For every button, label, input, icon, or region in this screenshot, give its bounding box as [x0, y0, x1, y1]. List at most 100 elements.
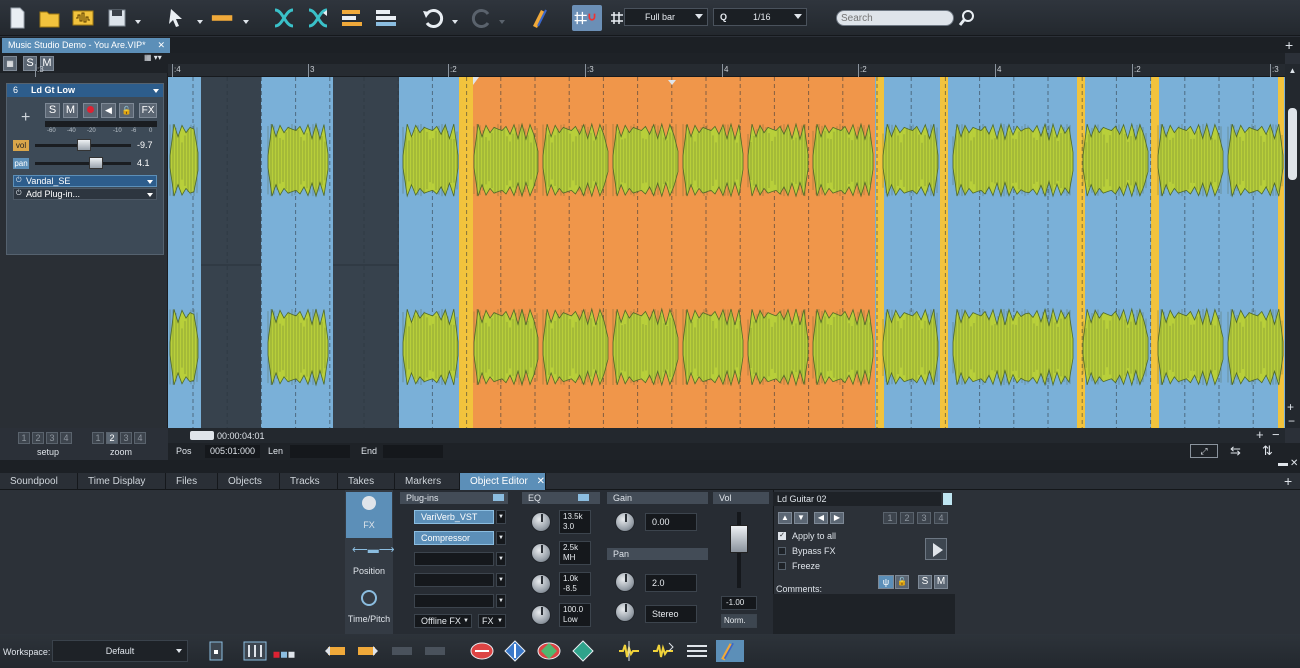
transport-icons[interactable]	[272, 640, 304, 662]
number-button[interactable]: 3	[46, 432, 58, 444]
number-button[interactable]: 2	[32, 432, 44, 444]
chevron-down-icon[interactable]	[153, 89, 159, 93]
move-left-icon[interactable]	[323, 640, 347, 662]
position-section-button[interactable]: ⟵▬⟶ Position	[346, 540, 395, 584]
waveform-bottom[interactable]	[402, 308, 459, 386]
horizontal-scroll-thumb[interactable]	[190, 431, 214, 440]
pointer-tool-icon[interactable]	[163, 5, 189, 31]
ruler-menu-icon[interactable]: ▦ ▾▾	[144, 53, 162, 62]
waveform-bottom[interactable]	[1157, 307, 1224, 387]
chevron-down-icon[interactable]: ▼	[496, 552, 506, 566]
list-edit-icon[interactable]	[685, 640, 709, 662]
lock-icon[interactable]: 🔓	[119, 103, 134, 118]
pin-icon[interactable]: ψ	[878, 575, 894, 589]
record-arm-icon[interactable]	[83, 103, 98, 118]
gain-knob[interactable]	[615, 512, 635, 532]
vertical-zoom-icon[interactable]: ⇅	[1262, 443, 1273, 459]
range-tool-icon[interactable]	[210, 5, 238, 31]
pos-field[interactable]: 005:01:000	[205, 445, 260, 458]
color-object-icon[interactable]	[537, 640, 561, 662]
object-color-swatch[interactable]	[943, 493, 952, 505]
waveform-canvas[interactable]	[168, 77, 1285, 428]
waveform-top[interactable]	[473, 122, 539, 198]
track-mute-button[interactable]: M	[63, 103, 78, 118]
stereo-width-knob[interactable]	[615, 602, 635, 622]
chevron-down-icon[interactable]	[243, 20, 249, 24]
plugin-slot-5[interactable]	[414, 594, 494, 608]
horizontal-zoom-icon[interactable]: ⇆	[1230, 443, 1241, 459]
eq-knob[interactable]	[531, 543, 551, 563]
crossfade-marker[interactable]	[940, 77, 948, 428]
save-audio-icon[interactable]	[70, 5, 96, 31]
waveform-top[interactable]	[882, 123, 939, 198]
eq-knob[interactable]	[531, 574, 551, 594]
vertical-scrollbar[interactable]: ▲ + −	[1285, 64, 1300, 428]
lower-tab[interactable]: Time Display	[78, 473, 166, 490]
split-icon[interactable]	[305, 5, 331, 31]
mixer-icon[interactable]	[243, 640, 267, 662]
number-button[interactable]: 4	[134, 432, 146, 444]
arrow-up-icon[interactable]: ▲	[778, 512, 792, 524]
arrow-left-icon[interactable]: ◀	[814, 512, 828, 524]
close-icon[interactable]: ✕	[534, 476, 545, 487]
apply-all-checkbox[interactable]: ✓	[778, 532, 786, 540]
add-track-icon[interactable]: +	[21, 109, 30, 127]
chevron-down-icon[interactable]: ▼	[496, 510, 506, 524]
fx-menu-button[interactable]: FX ▼	[478, 614, 506, 628]
lower-tab[interactable]: Files	[166, 473, 218, 490]
zoom-in-vertical-icon[interactable]: +	[1287, 400, 1294, 414]
fx-section-button[interactable]: FX	[346, 492, 392, 538]
track-fx-button[interactable]: FX	[139, 103, 157, 118]
new-file-icon[interactable]	[4, 5, 30, 31]
play-preview-button[interactable]	[925, 538, 947, 560]
number-button[interactable]: 2	[900, 512, 914, 524]
marker-tool-icon[interactable]	[526, 5, 552, 31]
scroll-up-icon[interactable]: ▲	[1286, 66, 1299, 76]
waveform-bottom[interactable]	[473, 308, 539, 387]
lower-tab[interactable]: Takes	[338, 473, 395, 490]
plugins-toggle[interactable]	[493, 494, 504, 501]
chevron-down-icon[interactable]	[135, 20, 141, 24]
waveform-bottom[interactable]	[882, 308, 939, 386]
lower-tab[interactable]: Object Editor ✕	[460, 473, 546, 490]
vol-fader-handle[interactable]	[730, 525, 748, 553]
object-name-field[interactable]: Ld Guitar 02	[773, 492, 941, 506]
offline-fx-button[interactable]: Offline FX ▼	[414, 614, 472, 628]
horizontal-scrollbar[interactable]: 00:00:04:01 + −	[168, 427, 1285, 443]
waveform-top[interactable]	[612, 122, 679, 198]
wave-edit-icon[interactable]	[617, 640, 641, 662]
number-button[interactable]: 4	[60, 432, 72, 444]
pan-field[interactable]: 2.0	[645, 574, 697, 592]
zoom-in-icon[interactable]: +	[1256, 427, 1264, 442]
waveform-bottom[interactable]	[612, 307, 679, 387]
pan-knob[interactable]	[615, 572, 635, 592]
plugin-slot-1[interactable]: VariVerb_VST	[414, 510, 494, 524]
number-button[interactable]: 1	[18, 432, 30, 444]
undo-icon[interactable]	[421, 5, 447, 31]
minimize-icon[interactable]: ▬	[1278, 458, 1288, 469]
lower-tab[interactable]: Soundpool	[0, 473, 78, 490]
group-object-icon[interactable]	[571, 640, 595, 662]
fade-object-icon[interactable]	[503, 640, 527, 662]
track-name[interactable]: Ld Gt Low	[31, 85, 75, 95]
chevron-down-icon[interactable]: ▼	[496, 594, 506, 608]
grid-icon[interactable]	[604, 5, 623, 31]
crossfade-icon[interactable]	[271, 5, 297, 31]
waveform-top[interactable]	[402, 123, 459, 198]
empty-gap[interactable]	[333, 77, 399, 428]
chevron-down-icon[interactable]	[147, 180, 153, 184]
zoom-buttons[interactable]: 1234	[92, 432, 152, 444]
fit-view-icon[interactable]: ⤢	[1190, 444, 1218, 458]
lower-tab[interactable]: Markers	[395, 473, 460, 490]
save-icon[interactable]	[104, 5, 133, 31]
crossfade-marker[interactable]	[1077, 77, 1085, 428]
draw-tool-icon[interactable]	[716, 640, 744, 662]
zoom-out-vertical-icon[interactable]: −	[1288, 414, 1295, 428]
search-icon[interactable]	[958, 9, 976, 27]
eq-knob[interactable]	[531, 605, 551, 625]
number-button[interactable]: 4	[934, 512, 948, 524]
eq-value-field[interactable]: 1.0k -8.5	[559, 572, 591, 596]
end-field[interactable]	[383, 445, 443, 458]
vol-value-field[interactable]: -1.00	[721, 596, 757, 610]
move-right-icon[interactable]	[356, 640, 380, 662]
